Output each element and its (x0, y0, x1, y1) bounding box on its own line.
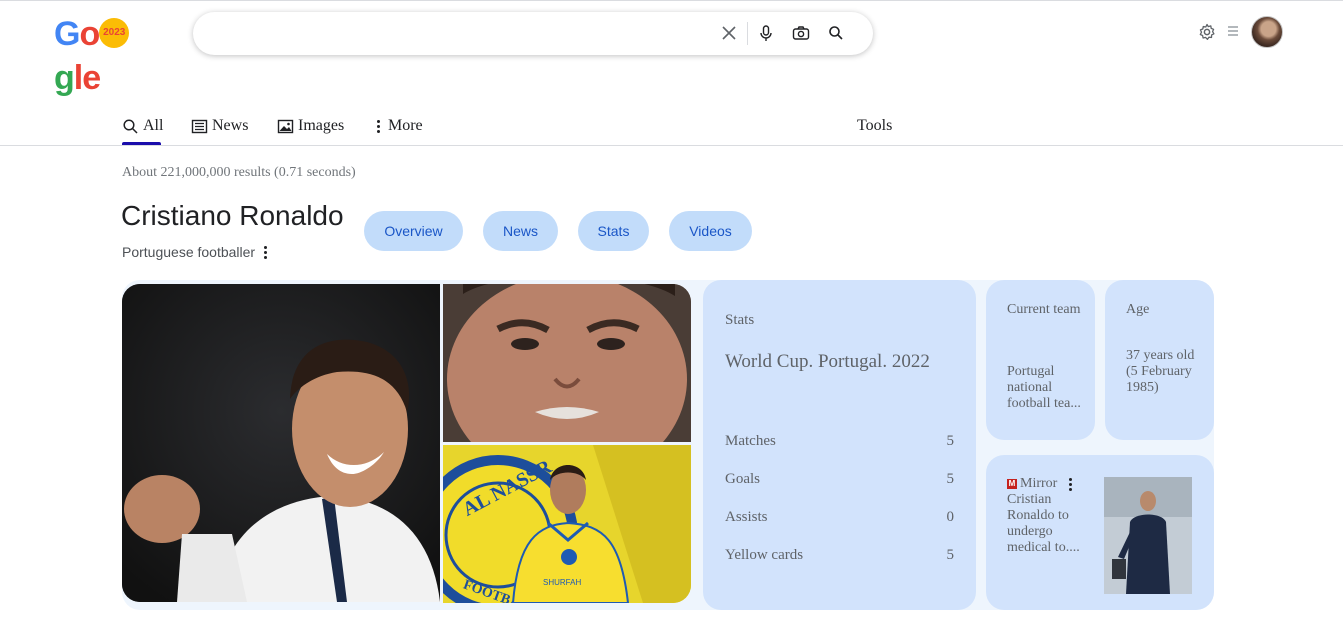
active-tab-indicator (122, 142, 161, 145)
stats-title: World Cup. Portugal. 2022 (725, 351, 930, 372)
age-card[interactable]: Age 37 years old (5 February 1985) (1105, 280, 1214, 440)
doodle-ball: 2023 (99, 18, 130, 49)
face-closeup (443, 284, 691, 442)
stat-value: 5 (946, 433, 955, 449)
google-doodle-logo[interactable]: Go 2023 gle (54, 12, 172, 97)
search-input[interactable] (213, 20, 713, 46)
sponsor-text: SHURFAH (543, 578, 581, 587)
main-photo[interactable] (122, 284, 440, 602)
account-avatar[interactable] (1251, 16, 1283, 48)
image-icon (277, 119, 294, 133)
chip-videos[interactable]: Videos (669, 211, 752, 251)
chip-stats[interactable]: Stats (578, 211, 649, 251)
microphone-icon[interactable] (756, 23, 776, 43)
entity-subtitle: Portuguese footballer (122, 244, 268, 260)
current-team-value: Portugal national football tea... (1007, 364, 1081, 411)
result-stats: About 221,000,000 results (0.71 seconds) (122, 165, 356, 180)
chip-overview[interactable]: Overview (364, 211, 463, 251)
entity-title: Cristiano Ronaldo (121, 200, 344, 231)
current-team-card[interactable]: Current team Portugal national football … (986, 280, 1095, 440)
news-thumbnail (1104, 477, 1192, 594)
logo-letter: le (73, 59, 101, 97)
tab-all[interactable]: All (122, 114, 163, 138)
logo-letter: o (79, 15, 100, 53)
search-bar[interactable] (193, 12, 873, 55)
stat-name: Matches (725, 433, 776, 449)
news-thumbnail-image (1104, 477, 1192, 594)
clear-icon[interactable] (719, 23, 739, 43)
settings-gear-icon[interactable] (1197, 22, 1217, 42)
tab-label: Images (298, 117, 345, 134)
more-options-icon[interactable] (263, 245, 268, 259)
age-value: 37 years old (5 February 1985) (1126, 348, 1195, 395)
tab-news[interactable]: News (191, 114, 248, 138)
current-team-label: Current team (1007, 302, 1081, 317)
camera-icon[interactable] (791, 23, 811, 43)
al-nassr-jersey-image: AL NASSR FOOTBALL SHURFAH (443, 445, 691, 603)
news-headline: Cristian Ronaldo to undergo medical to..… (1007, 492, 1080, 555)
search-tabs: All News Images More Tools (0, 106, 1343, 146)
age-label: Age (1126, 302, 1150, 317)
stat-value: 0 (946, 509, 955, 525)
stat-row: Assists 0 (725, 509, 954, 526)
more-options-icon[interactable] (1068, 477, 1073, 491)
stats-card[interactable]: Stats World Cup. Portugal. 2022 Matches … (703, 280, 976, 610)
stats-label: Stats (725, 312, 755, 328)
chip-news[interactable]: News (483, 211, 558, 251)
logo-letter: g (54, 59, 75, 97)
al-nassr-photo[interactable]: AL NASSR FOOTBALL SHURFAH (443, 445, 691, 603)
tab-label: All (143, 117, 164, 134)
stat-value: 5 (946, 547, 955, 563)
closeup-photo[interactable] (443, 284, 691, 442)
stat-row: Yellow cards 5 (725, 547, 954, 564)
more-vertical-icon (374, 119, 384, 133)
stat-value: 5 (946, 471, 955, 487)
stat-name: Goals (725, 471, 760, 487)
stat-row: Goals 5 (725, 471, 954, 488)
logo-letter: G (54, 15, 80, 53)
search-divider (747, 22, 748, 45)
entity-description: Portuguese footballer (122, 244, 256, 260)
search-icon[interactable] (826, 23, 846, 43)
tab-images[interactable]: Images (277, 114, 344, 138)
stat-name: Assists (725, 509, 768, 525)
top-divider (0, 0, 1343, 1)
tools-button[interactable]: Tools (857, 114, 892, 138)
apps-menu-icon[interactable] (1226, 24, 1240, 38)
newspaper-icon (191, 119, 208, 133)
tools-label: Tools (857, 117, 893, 134)
news-source-name: Mirror (1020, 476, 1058, 491)
search-icon (123, 118, 138, 134)
stat-name: Yellow cards (725, 547, 804, 563)
news-source: M Mirror (1007, 476, 1073, 492)
portrait-photo (122, 284, 440, 602)
news-card[interactable]: M Mirror Cristian Ronaldo to undergo med… (986, 455, 1214, 610)
mirror-logo-icon: M (1007, 479, 1017, 489)
tab-label: News (212, 117, 249, 134)
stat-row: Matches 5 (725, 433, 954, 450)
tab-label: More (388, 117, 423, 134)
tab-more[interactable]: More (374, 114, 423, 138)
